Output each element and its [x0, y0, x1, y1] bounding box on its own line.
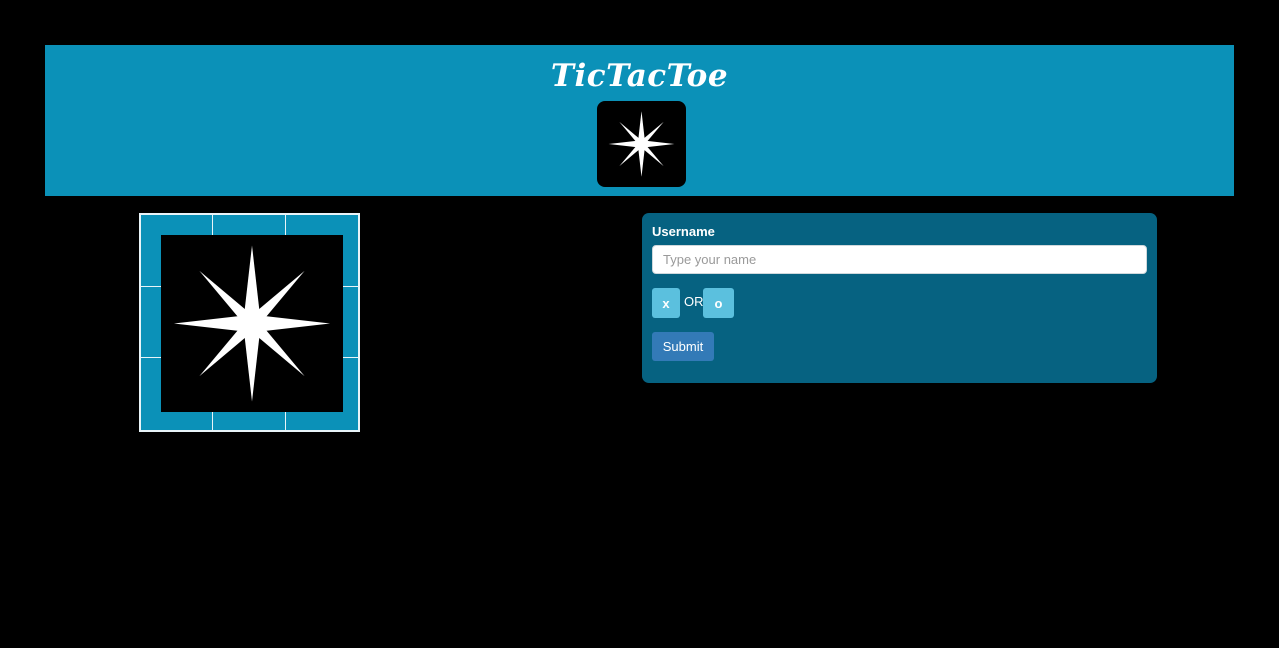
board-overlay-image — [161, 235, 343, 412]
compass-star-icon — [173, 245, 331, 402]
compass-star-icon — [608, 111, 675, 177]
submit-button[interactable]: Submit — [652, 332, 714, 361]
choose-x-button[interactable]: x — [652, 288, 680, 318]
logo — [597, 101, 686, 187]
page-title: TicTacToe — [550, 58, 729, 94]
choose-o-button[interactable]: o — [703, 288, 734, 318]
player-form: Username x OR o Submit — [642, 213, 1157, 383]
or-separator: OR — [684, 294, 704, 309]
username-input[interactable] — [652, 245, 1147, 274]
username-label: Username — [652, 224, 715, 239]
